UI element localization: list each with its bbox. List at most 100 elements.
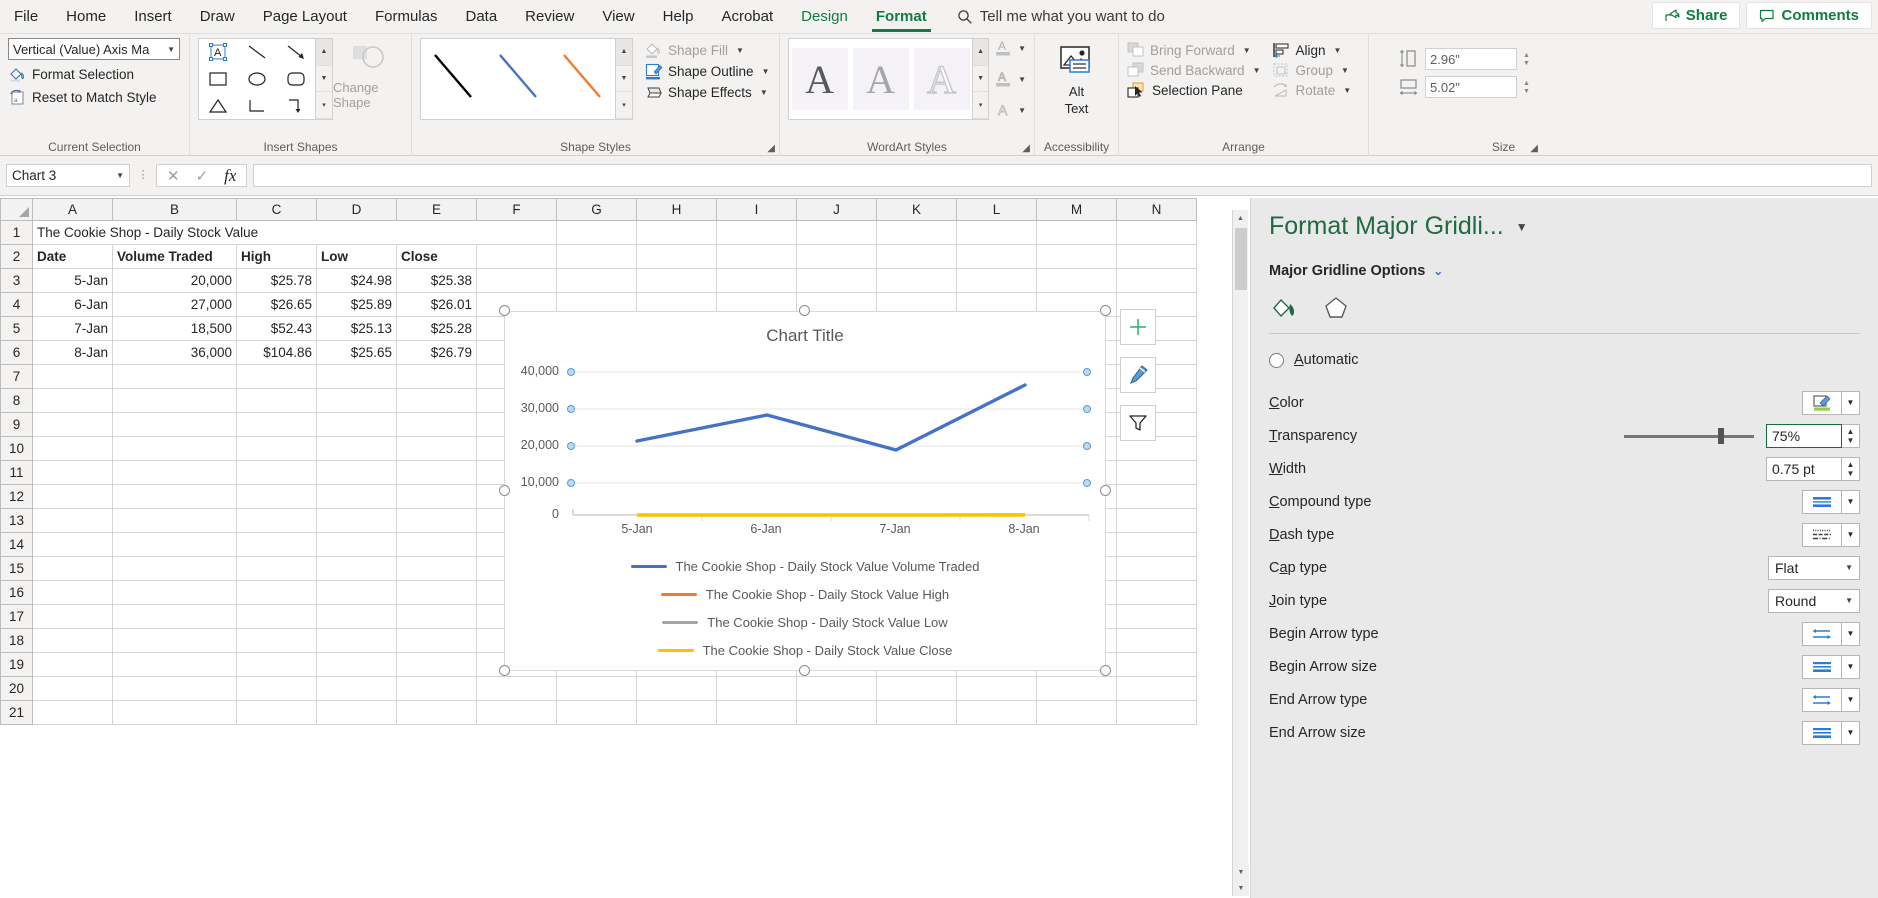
shape-style-blue[interactable]: [486, 39, 551, 119]
compound-type-button[interactable]: [1802, 489, 1842, 514]
cell-B3[interactable]: 20,000: [112, 268, 237, 293]
row-header-14[interactable]: 14: [0, 532, 33, 557]
cell-D3[interactable]: $24.98: [316, 268, 397, 293]
cell-E18[interactable]: [396, 628, 477, 653]
shape-rectangle[interactable]: [203, 67, 233, 91]
cell-G3[interactable]: [556, 268, 637, 293]
cell-C10[interactable]: [236, 436, 317, 461]
cell-E3[interactable]: $25.38: [396, 268, 477, 293]
cell-C13[interactable]: [236, 508, 317, 533]
cell-A16[interactable]: [32, 580, 113, 605]
selection-pane-button[interactable]: Selection Pane: [1127, 82, 1260, 99]
cell-B11[interactable]: [112, 460, 237, 485]
cancel-formula-icon[interactable]: ✕: [167, 167, 180, 185]
row-header-18[interactable]: 18: [0, 628, 33, 653]
row-header-21[interactable]: 21: [0, 700, 33, 725]
cell-A8[interactable]: [32, 388, 113, 413]
cell-L3[interactable]: [956, 268, 1037, 293]
cell-D19[interactable]: [316, 652, 397, 677]
row-header-16[interactable]: 16: [0, 580, 33, 605]
cell-C4[interactable]: $26.65: [236, 292, 317, 317]
wordart-style-2[interactable]: A: [852, 48, 909, 110]
row-header-5[interactable]: 5: [0, 316, 33, 341]
vertical-scrollbar-thumb[interactable]: [1235, 228, 1247, 290]
shape-elbow-connector[interactable]: [242, 94, 272, 118]
cell-J3[interactable]: [796, 268, 877, 293]
shapes-scroll-down-icon[interactable]: ▼: [316, 66, 332, 93]
shape-height-stepper[interactable]: ▲ ▼: [1523, 52, 1530, 67]
cell-A20[interactable]: [32, 676, 113, 701]
cell-I21[interactable]: [716, 700, 797, 725]
cell-K3[interactable]: [876, 268, 957, 293]
row-header-6[interactable]: 6: [0, 340, 33, 365]
shape-height-input[interactable]: 2.96": [1425, 48, 1517, 70]
cell-J21[interactable]: [796, 700, 877, 725]
cell-I3[interactable]: [716, 268, 797, 293]
cell-E12[interactable]: [396, 484, 477, 509]
cell-E20[interactable]: [396, 676, 477, 701]
begin-arrow-size-button[interactable]: [1802, 654, 1842, 679]
chart-legend[interactable]: The Cookie Shop - Daily Stock Value Volu…: [505, 559, 1105, 658]
styles-scroll-up-icon[interactable]: ▲: [616, 39, 632, 66]
shape-rounded-rectangle[interactable]: [281, 67, 311, 91]
cell-E15[interactable]: [396, 556, 477, 581]
dash-type-dropdown-arrow[interactable]: ▼: [1842, 522, 1860, 547]
format-selection-button[interactable]: Format Selection: [8, 65, 134, 83]
cell-L20[interactable]: [956, 676, 1037, 701]
row-header-8[interactable]: 8: [0, 388, 33, 413]
cell-D6[interactable]: $25.65: [316, 340, 397, 365]
begin-arrow-size-dropdown-arrow[interactable]: ▼: [1842, 654, 1860, 679]
cell-C16[interactable]: [236, 580, 317, 605]
cell-N16[interactable]: [1116, 580, 1197, 605]
chart-resize-handle-middle-right[interactable]: [1100, 485, 1111, 496]
cell-E19[interactable]: [396, 652, 477, 677]
chart-resize-handle-middle-left[interactable]: [499, 485, 510, 496]
cell-A12[interactable]: [32, 484, 113, 509]
cell-E11[interactable]: [396, 460, 477, 485]
cell-I1[interactable]: [716, 220, 797, 245]
cell-D11[interactable]: [316, 460, 397, 485]
row-header-13[interactable]: 13: [0, 508, 33, 533]
cell-N11[interactable]: [1116, 460, 1197, 485]
cell-C18[interactable]: [236, 628, 317, 653]
cell-L21[interactable]: [956, 700, 1037, 725]
tab-draw[interactable]: Draw: [186, 0, 249, 34]
cell-A9[interactable]: [32, 412, 113, 437]
cell-E21[interactable]: [396, 700, 477, 725]
chart-styles-button[interactable]: [1120, 357, 1156, 393]
axis-selection-handle[interactable]: [567, 368, 575, 376]
automatic-radio-row[interactable]: AAutomaticutomatic: [1269, 352, 1860, 368]
tab-home[interactable]: Home: [52, 0, 120, 34]
cell-D20[interactable]: [316, 676, 397, 701]
wordart-more-icon[interactable]: ▾: [973, 92, 989, 120]
cell-A14[interactable]: [32, 532, 113, 557]
shape-triangle[interactable]: [203, 94, 233, 118]
share-button[interactable]: Share: [1651, 2, 1741, 29]
cell-H2[interactable]: [636, 244, 717, 269]
cell-C9[interactable]: [236, 412, 317, 437]
cell-D17[interactable]: [316, 604, 397, 629]
cell-N12[interactable]: [1116, 484, 1197, 509]
scroll-down-icon[interactable]: ▼: [1233, 864, 1249, 880]
comments-button[interactable]: Comments: [1746, 2, 1872, 29]
cap-type-select[interactable]: Flat ▼: [1768, 555, 1860, 580]
wordart-dialog-launcher[interactable]: ◢: [1022, 143, 1030, 154]
row-header-12[interactable]: 12: [0, 484, 33, 509]
legend-item[interactable]: The Cookie Shop - Daily Stock Value Clos…: [657, 643, 952, 658]
cell-L2[interactable]: [956, 244, 1037, 269]
chevron-down-icon[interactable]: ⌄: [1433, 264, 1443, 278]
cell-G2[interactable]: [556, 244, 637, 269]
scroll-up-icon[interactable]: ▲: [1233, 210, 1248, 226]
tab-help[interactable]: Help: [649, 0, 708, 34]
align-button[interactable]: Align ▼: [1272, 42, 1351, 58]
cell-E5[interactable]: $25.28: [396, 316, 477, 341]
cell-A21[interactable]: [32, 700, 113, 725]
cell-D15[interactable]: [316, 556, 397, 581]
width-stepper[interactable]: ▲ ▼: [1842, 456, 1860, 481]
vertical-scrollbar[interactable]: ▲ ▼ ▼: [1232, 210, 1249, 896]
row-header-9[interactable]: 9: [0, 412, 33, 437]
cell-E17[interactable]: [396, 604, 477, 629]
formula-bar-grip[interactable]: ⋮: [136, 170, 150, 181]
shape-style-orange[interactable]: [550, 39, 615, 119]
cell-B19[interactable]: [112, 652, 237, 677]
